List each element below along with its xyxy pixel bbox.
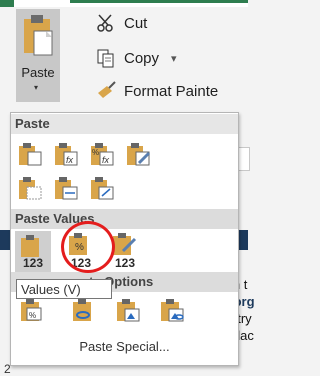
highlight-circle	[61, 221, 115, 273]
chevron-down-icon[interactable]: ▾	[171, 52, 177, 65]
paste-picture-icon[interactable]	[115, 297, 141, 323]
paste-button[interactable]: Paste ▾	[16, 9, 60, 102]
svg-text:fx: fx	[102, 155, 110, 165]
paste-keep-formatting-icon[interactable]	[125, 141, 151, 167]
accent-bar	[0, 0, 14, 7]
paste-formatting-icon[interactable]: %	[19, 297, 45, 323]
cut-label: Cut	[124, 14, 148, 32]
paste-transpose-icon[interactable]	[89, 175, 115, 201]
svg-text:fx: fx	[66, 155, 74, 165]
cut-button[interactable]: Cut	[96, 12, 147, 34]
accent-bar	[70, 0, 248, 3]
section-header-paste: Paste	[11, 114, 238, 134]
tooltip: Values (V)	[16, 279, 112, 299]
paste-icon[interactable]	[17, 141, 43, 167]
paintbrush-icon	[96, 81, 116, 101]
format-painter-button[interactable]: Format Painte	[96, 80, 218, 102]
paste-formulas-number-format-icon[interactable]: % fx	[89, 141, 115, 167]
row-number[interactable]: 2	[0, 362, 24, 376]
format-painter-label: Format Painte	[124, 82, 219, 100]
paste-no-borders-icon[interactable]	[17, 175, 43, 201]
section-header-paste-values: Paste Values	[11, 209, 238, 229]
copy-icon	[96, 48, 116, 68]
value-number-label: 123	[115, 256, 136, 270]
chevron-down-icon[interactable]: ▾	[34, 83, 38, 92]
paste-keep-column-widths-icon[interactable]	[53, 175, 79, 201]
value-number-label: 123	[23, 256, 44, 270]
paste-linked-picture-icon[interactable]	[159, 297, 185, 323]
scissors-icon	[96, 13, 116, 33]
copy-label: Copy	[124, 49, 160, 67]
paste-options-menu: Paste fx % fx Paste Values 123 % 123 123 …	[10, 112, 239, 366]
paste-special-menu-item[interactable]: Paste Special...	[11, 339, 238, 354]
paste-formulas-icon[interactable]: fx	[53, 141, 79, 167]
paste-link-icon[interactable]	[71, 297, 97, 323]
ribbon-top-strip	[0, 0, 248, 7]
copy-button[interactable]: Copy ▾	[96, 47, 177, 69]
paste-label: Paste	[21, 65, 55, 80]
svg-text:%: %	[92, 148, 99, 157]
svg-text:%: %	[29, 311, 36, 320]
clipboard-icon	[24, 15, 53, 56]
